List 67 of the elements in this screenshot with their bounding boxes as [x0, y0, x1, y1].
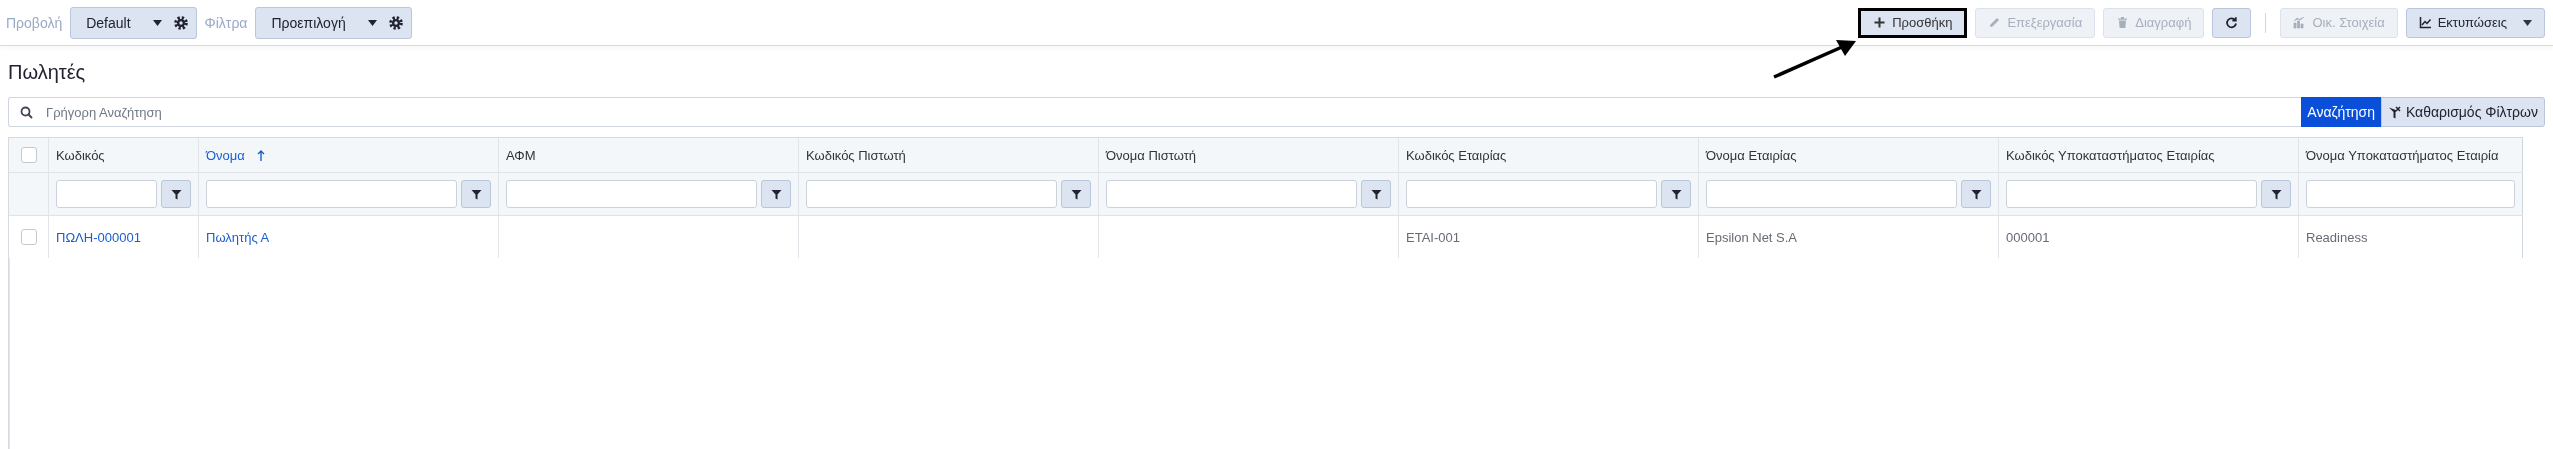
column-header[interactable]: Κωδικός Υποκαταστήματος Εταιρίας	[2006, 147, 2215, 163]
filter-button[interactable]	[161, 180, 191, 208]
column-header[interactable]: Όνομα Εταιρίας	[1706, 147, 1797, 163]
clear-filters-button[interactable]: Καθαρισμός Φίλτρων	[2380, 97, 2545, 127]
search-button[interactable]: Αναζήτηση	[2301, 97, 2381, 127]
filter-icon	[1970, 188, 1982, 200]
search-icon	[20, 106, 33, 119]
column-header[interactable]: Όνομα	[206, 147, 245, 163]
prints-dropdown[interactable]: Εκτυπώσεις	[2405, 7, 2545, 38]
column-header[interactable]: Κωδικός Πιστωτή	[806, 147, 906, 163]
table-link[interactable]: ΠΩΛΗ-000001	[56, 229, 141, 245]
filter-field[interactable]	[2006, 180, 2257, 208]
search-field[interactable]: Γρήγορη Αναζήτηση	[8, 97, 2302, 127]
filter-button[interactable]	[1061, 180, 1091, 208]
view-dropdown[interactable]: Default	[70, 6, 197, 39]
filter-icon	[1370, 188, 1382, 200]
filter-field[interactable]	[206, 180, 457, 208]
row-checkbox[interactable]	[20, 229, 37, 245]
filter-button[interactable]	[1961, 180, 1991, 208]
column-header[interactable]: Κωδικός	[56, 147, 105, 163]
filter-button[interactable]	[461, 180, 491, 208]
filter-button[interactable]	[2261, 180, 2291, 208]
refresh-icon	[2225, 16, 2239, 29]
table-cell: Readiness	[2306, 229, 2368, 245]
refresh-button[interactable]	[2212, 7, 2252, 38]
filter-button[interactable]	[1361, 180, 1391, 208]
plus-icon	[1873, 16, 1887, 29]
filter-field[interactable]	[1706, 180, 1957, 208]
add-button[interactable]: Προσθήκη	[1858, 7, 1968, 38]
filter-field[interactable]	[1106, 180, 1357, 208]
filter-field[interactable]	[2306, 180, 2515, 208]
sort-ascending-icon[interactable]	[256, 149, 265, 161]
pencil-icon	[1988, 16, 2002, 29]
column-header[interactable]: Όνομα Πιστωτή	[1106, 147, 1196, 163]
filter-field[interactable]	[506, 180, 757, 208]
filter-icon	[1670, 188, 1682, 200]
filter-label: Φίλτρα	[204, 14, 248, 31]
page-title: Πωλητές	[8, 59, 86, 85]
caret-icon	[367, 19, 377, 26]
bar-chart-icon	[2293, 16, 2307, 29]
table-link[interactable]: Πωλητής Α	[206, 229, 270, 245]
filter-button[interactable]	[1661, 180, 1691, 208]
filter-icon	[1070, 188, 1082, 200]
column-header[interactable]: Κωδικός Εταιρίας	[1406, 147, 1507, 163]
column-header[interactable]: ΑΦΜ	[506, 147, 536, 163]
settings-icon[interactable]	[173, 15, 188, 30]
filter-field[interactable]	[56, 180, 157, 208]
filter-dropdown[interactable]: Προεπιλογή	[255, 6, 412, 39]
filter-field[interactable]	[1406, 180, 1657, 208]
select-all-checkbox[interactable]	[20, 147, 37, 163]
column-header[interactable]: Όνομα Υποκαταστήματος Εταιρία	[2306, 147, 2499, 163]
caret-icon	[152, 19, 162, 26]
filter-icon	[470, 188, 482, 200]
filter-button[interactable]	[761, 180, 791, 208]
line-chart-icon	[2418, 16, 2432, 29]
filter-icon	[2270, 188, 2282, 200]
trash-icon	[2116, 16, 2130, 29]
table-cell: 000001	[2006, 229, 2050, 245]
filter-icon	[770, 188, 782, 200]
table-cell: Epsilon Net S.A	[1706, 229, 1798, 245]
filter-field[interactable]	[806, 180, 1057, 208]
filter-icon	[170, 188, 182, 200]
view-label: Προβολή	[6, 14, 63, 31]
filter-clear-icon	[2387, 105, 2401, 119]
caret-icon	[2523, 19, 2532, 26]
table-cell: ETAI-001	[1406, 229, 1460, 245]
settings-icon[interactable]	[388, 15, 403, 30]
